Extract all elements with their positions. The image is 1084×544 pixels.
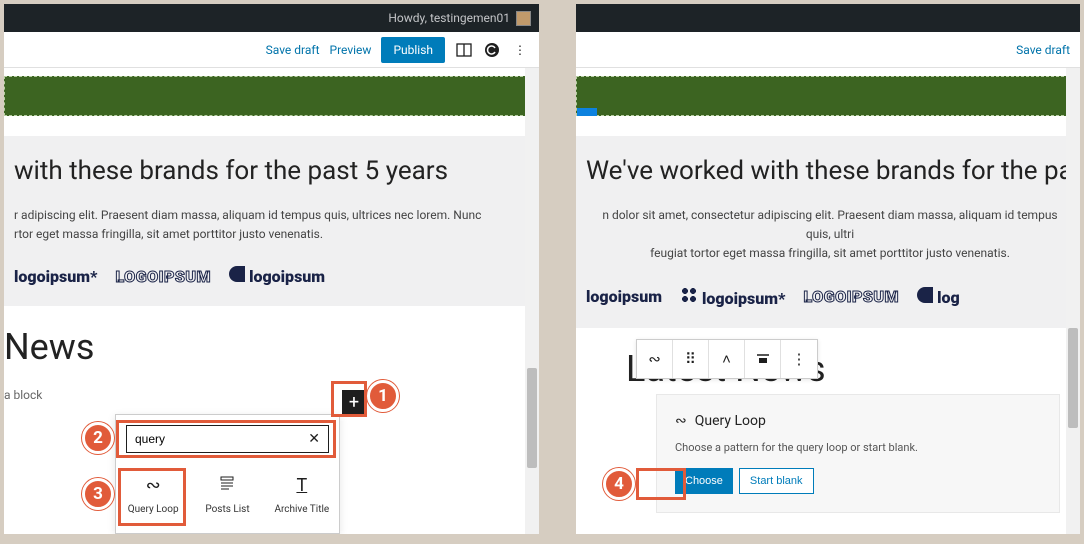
scrollbar[interactable] <box>1066 68 1080 534</box>
inserter-item-label: Posts List <box>205 504 249 515</box>
brand-logos-row: logoipsum* LOGOIPSUM logoipsum <box>14 266 533 286</box>
more-options-icon[interactable]: ⋮ <box>511 41 529 59</box>
block-type-icon[interactable]: ∾ <box>637 340 673 378</box>
start-blank-button[interactable]: Start blank <box>739 468 814 494</box>
choose-button[interactable]: Choose <box>675 468 733 494</box>
block-toolbar: ∾ ⠿ ˄ ⋮ <box>636 339 818 379</box>
logo-item: log <box>917 287 960 307</box>
query-loop-icon: ∾ <box>675 413 687 429</box>
publish-button[interactable]: Publish <box>381 37 445 63</box>
block-placeholder-text[interactable]: a block <box>4 388 523 402</box>
scrollbar-thumb[interactable] <box>527 368 537 468</box>
query-loop-icon: ∾ <box>146 475 161 496</box>
posts-list-icon <box>219 475 235 496</box>
inserter-item-archive-title[interactable]: T Archive Title <box>265 467 339 523</box>
admin-bar: Howdy, testingemen01 <box>4 4 539 32</box>
drag-handle-icon[interactable]: ⠿ <box>673 340 709 378</box>
search-input[interactable] <box>135 432 308 446</box>
scrollbar[interactable] <box>525 68 539 534</box>
block-more-icon[interactable]: ⋮ <box>781 340 817 378</box>
inserter-item-label: Query Loop <box>128 504 179 515</box>
preview-link[interactable]: Preview <box>330 43 372 57</box>
clear-search-icon[interactable]: ✕ <box>308 431 320 447</box>
brand-logos-row: logoipsum logoipsum* LOGOIPSUM log <box>586 286 1074 308</box>
selection-indicator <box>577 108 597 116</box>
screenshot-left: Howdy, testingemen01 Save draft Preview … <box>4 4 539 534</box>
editor-toolbar: Save draft Preview Publish ⋮ <box>4 32 539 68</box>
sidebar-toggle-icon[interactable] <box>455 41 473 59</box>
inserter-item-posts-list[interactable]: Posts List <box>190 467 264 523</box>
avatar[interactable] <box>516 11 531 26</box>
save-draft-link[interactable]: Save draft <box>266 43 320 57</box>
scrollbar-thumb[interactable] <box>1068 328 1078 428</box>
brands-section: with these brands for the past 5 years r… <box>4 136 533 306</box>
query-block-title: ∾ Query Loop <box>675 413 1041 429</box>
inserter-item-label: Archive Title <box>274 504 329 515</box>
content-green-band <box>576 76 1074 116</box>
news-section: News a block <box>4 326 533 402</box>
logo-item: LOGOIPSUM <box>115 267 211 286</box>
logo-item: LOGOIPSUM <box>803 287 899 306</box>
query-loop-block: ∾ Query Loop Choose a pattern for the qu… <box>656 394 1060 513</box>
screenshot-right: Save draft We've worked with these brand… <box>576 4 1080 534</box>
logo-item: logoipsum <box>229 266 325 286</box>
query-block-subtitle: Choose a pattern for the query loop or s… <box>675 441 1041 454</box>
brands-heading: We've worked with these brands for the p… <box>586 156 1074 186</box>
editor-toolbar: Save draft <box>576 32 1080 68</box>
admin-bar <box>576 4 1080 32</box>
brands-heading: with these brands for the past 5 years <box>14 156 533 186</box>
content-green-band <box>4 76 533 116</box>
block-inserter-popup: ✕ ∾ Query Loop Posts List T Archive Titl… <box>115 414 340 534</box>
archive-title-icon: T <box>296 475 307 496</box>
grammarly-icon[interactable] <box>483 41 501 59</box>
inserter-search-field[interactable]: ✕ <box>126 425 329 453</box>
inserter-item-query-loop[interactable]: ∾ Query Loop <box>116 467 190 523</box>
add-block-button[interactable]: + <box>342 390 366 414</box>
news-heading: News <box>4 326 523 368</box>
brands-subtext: n dolor sit amet, consectetur adipiscing… <box>586 206 1074 264</box>
align-icon[interactable] <box>745 340 781 378</box>
brands-subtext: r adipiscing elit. Praesent diam massa, … <box>14 206 533 244</box>
logo-item: logoipsum* <box>680 286 785 308</box>
logo-item: logoipsum* <box>14 267 97 286</box>
query-block-actions: Choose Start blank <box>675 468 1041 494</box>
inserter-results: ∾ Query Loop Posts List T Archive Title <box>116 463 339 533</box>
save-draft-link[interactable]: Save draft <box>1016 43 1070 57</box>
howdy-text: Howdy, testingemen01 <box>388 11 510 25</box>
move-up-icon[interactable]: ˄ <box>709 340 745 378</box>
brands-section: We've worked with these brands for the p… <box>576 136 1074 328</box>
logo-item: logoipsum <box>586 287 662 306</box>
